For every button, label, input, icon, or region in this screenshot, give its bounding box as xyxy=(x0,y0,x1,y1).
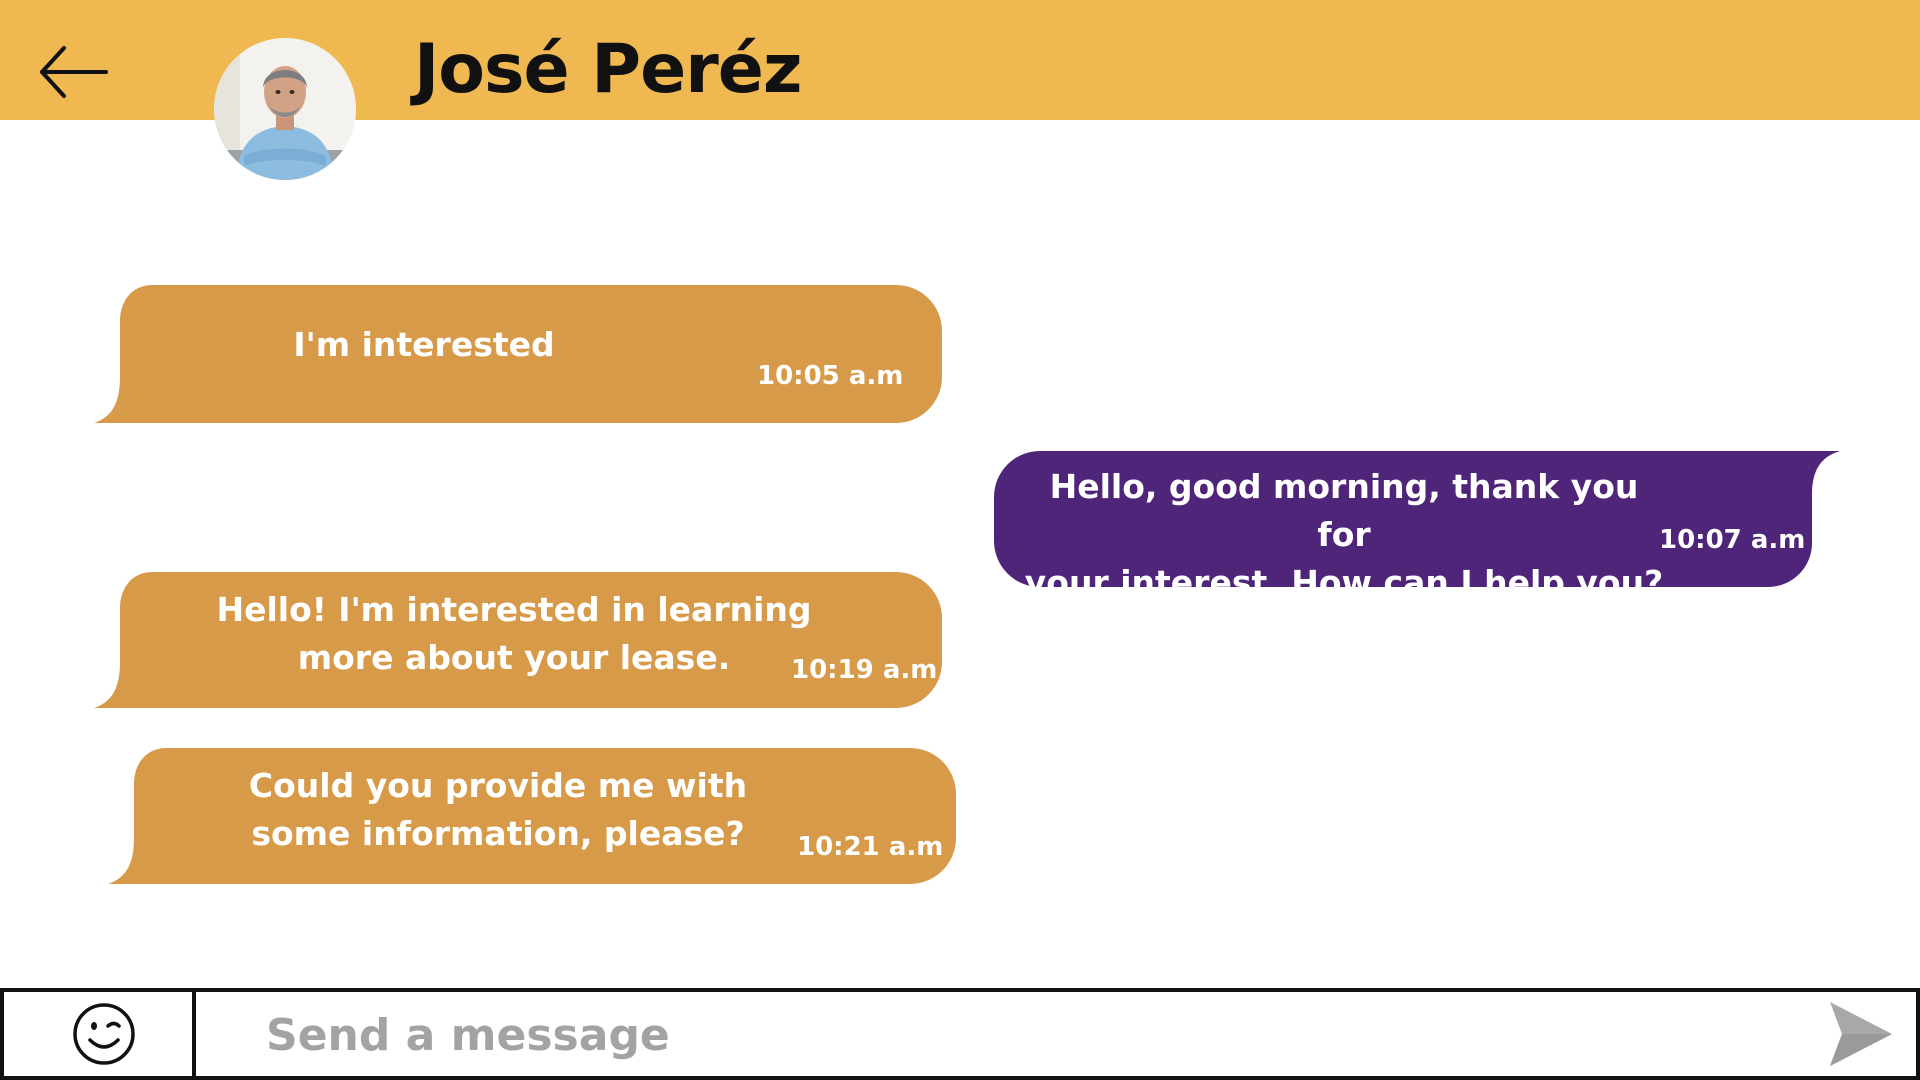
message-bubble-incoming: Could you provide me with some informati… xyxy=(108,748,956,884)
smiley-face-icon xyxy=(73,1003,135,1065)
message-text: Could you provide me with some informati… xyxy=(248,766,748,853)
send-arrow-icon xyxy=(1830,1002,1892,1066)
back-button[interactable] xyxy=(38,42,110,102)
message-composer xyxy=(0,988,1920,1080)
message-text: Hello! I'm interested in learning more a… xyxy=(216,590,812,677)
message-time: 10:21 a.m xyxy=(797,832,944,862)
emoji-button[interactable] xyxy=(4,992,196,1076)
message-bubble-incoming: I'm interested 10:05 a.m xyxy=(94,285,942,423)
message-time: 10:19 a.m xyxy=(791,655,938,685)
message-time: 10:07 a.m xyxy=(1659,525,1806,555)
message-bubble-incoming: Hello! I'm interested in learning more a… xyxy=(94,572,942,708)
send-button[interactable] xyxy=(1826,998,1896,1070)
message-text: I'm interested xyxy=(293,325,555,364)
message-time: 10:05 a.m xyxy=(757,361,904,391)
contact-name: José Peréz xyxy=(414,30,802,109)
back-arrow-icon xyxy=(40,46,108,98)
message-text: Hello, good morning, thank you for your … xyxy=(1024,467,1664,602)
message-list: I'm interested 10:05 a.m Hello, good mor… xyxy=(0,120,1920,988)
message-bubble-outgoing: Hello, good morning, thank you for your … xyxy=(994,451,1840,602)
message-input[interactable] xyxy=(264,998,1768,1072)
